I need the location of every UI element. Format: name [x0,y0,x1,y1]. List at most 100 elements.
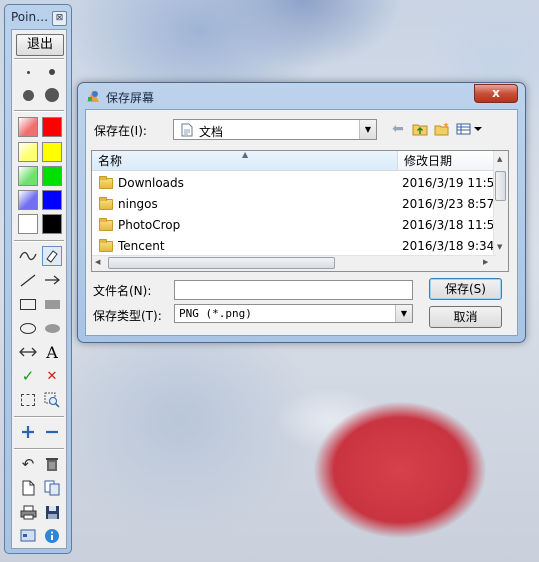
exit-button[interactable]: 退出 [16,34,64,56]
info-icon[interactable] [42,526,62,546]
double-arrow-icon[interactable] [18,342,38,362]
close-icon[interactable]: ⊠ [52,11,67,26]
scroll-corner [494,256,508,271]
column-header-name[interactable]: 名称 ▲ [92,151,398,171]
line-icon[interactable] [18,270,38,290]
color-swatch-light-red[interactable] [18,117,38,137]
folder-icon [99,239,113,252]
color-swatch-light-green[interactable] [18,166,38,186]
pen-size-xlarge-icon[interactable] [42,85,62,105]
minus-icon[interactable] [42,422,62,442]
dialog-body: 保存在(I): 文档 ▼ ⬅ 名称 ▲ 修改日期 Downloads 2016/… [85,109,518,336]
color-swatch-black[interactable] [42,214,62,234]
plus-icon[interactable] [18,422,38,442]
crop-icon[interactable] [18,390,38,410]
list-item[interactable]: PhotoCrop 2016/3/18 11:58 [92,215,502,236]
rect-filled-icon[interactable] [42,294,62,314]
pen-icon[interactable] [18,246,38,266]
zoom-icon[interactable] [42,390,62,410]
folder-icon [99,176,113,189]
file-name: Tencent [118,239,165,253]
divider [14,448,64,450]
trash-icon[interactable] [42,454,62,474]
color-swatch-light-blue[interactable] [18,190,38,210]
pen-size-medium-icon[interactable] [42,62,62,82]
file-name: ningos [118,197,158,211]
filename-field[interactable] [174,280,413,300]
copy-icon[interactable] [42,478,62,498]
toolbar-body: 退出 A ✓ ✕ ↶ [11,29,67,549]
list-item[interactable]: Tencent 2016/3/18 9:34 [92,236,496,257]
column-modified-label: 修改日期 [404,154,453,168]
color-swatch-yellow[interactable] [42,142,62,162]
filetype-value: PNG (*.png) [179,307,252,320]
pen-size-small-icon[interactable] [18,62,38,82]
up-folder-icon[interactable] [410,119,430,139]
color-swatch-red[interactable] [42,117,62,137]
document-folder-icon [181,123,193,137]
cancel-button[interactable]: 取消 [429,306,502,328]
color-swatch-green[interactable] [42,166,62,186]
scroll-thumb[interactable] [495,171,506,201]
arrow-icon[interactable] [42,270,62,290]
divider [14,58,64,60]
scroll-left-icon[interactable]: ◀ [95,258,100,266]
pen-size-large-icon[interactable] [18,85,38,105]
scroll-right-icon[interactable]: ▶ [483,258,488,266]
folder-icon [99,218,113,231]
chevron-down-icon[interactable]: ▼ [359,120,376,139]
scroll-up-icon[interactable]: ▲ [497,155,502,163]
file-modified: 2016/3/23 8:57 [402,197,495,211]
screen-icon[interactable] [18,526,38,546]
cross-icon[interactable]: ✕ [42,366,62,386]
eraser-icon[interactable] [42,246,62,266]
view-menu-icon[interactable] [455,119,485,139]
back-icon[interactable]: ⬅ [388,119,408,139]
save-icon[interactable] [42,502,62,522]
file-modified: 2016/3/18 9:34 [402,239,495,253]
color-swatch-white[interactable] [18,214,38,234]
save-in-label: 保存在(I): [94,124,147,138]
print-icon[interactable] [18,502,38,522]
filename-label: 文件名(N): [93,284,152,298]
pointofix-toolbar-window: Poin… ⊠ 退出 A ✓ ✕ ↶ [4,4,72,554]
chevron-down-icon[interactable]: ▼ [395,305,412,322]
color-swatch-blue[interactable] [42,190,62,210]
filetype-label: 保存类型(T): [93,309,162,323]
filetype-dropdown[interactable]: PNG (*.png) ▼ [174,304,413,323]
file-name: Downloads [118,176,184,190]
scroll-thumb[interactable] [108,257,335,269]
file-name: PhotoCrop [118,218,181,232]
close-icon[interactable]: x [474,84,518,103]
rect-outline-icon[interactable] [18,294,38,314]
vertical-scrollbar[interactable]: ▲ ▼ [493,151,508,257]
scroll-down-icon[interactable]: ▼ [497,243,502,251]
check-icon[interactable]: ✓ [18,366,38,386]
save-screen-dialog: 保存屏幕 x 保存在(I): 文档 ▼ ⬅ 名称 ▲ 修改日期 Download… [77,82,526,343]
ellipse-filled-icon[interactable] [42,318,62,338]
dialog-title: 保存屏幕 [106,91,155,105]
toolbar-title: Poin… [11,10,49,24]
undo-icon[interactable]: ↶ [18,454,38,474]
file-modified: 2016/3/18 11:58 [402,218,502,232]
new-folder-icon[interactable] [432,119,452,139]
file-modified: 2016/3/19 11:5 [402,176,495,190]
horizontal-scrollbar[interactable]: ◀ ▶ [92,255,496,271]
column-header-modified[interactable]: 修改日期 [398,151,496,171]
ellipse-outline-icon[interactable] [18,318,38,338]
folder-icon [99,197,113,210]
save-in-dropdown[interactable]: 文档 ▼ [173,119,377,140]
list-item[interactable]: Downloads 2016/3/19 11:5 [92,173,496,194]
text-icon[interactable]: A [42,342,62,362]
save-button[interactable]: 保存(S) [429,278,502,300]
list-item[interactable]: ningos 2016/3/23 8:57 [92,194,496,215]
color-swatch-light-yellow[interactable] [18,142,38,162]
new-page-icon[interactable] [18,478,38,498]
file-list: 名称 ▲ 修改日期 Downloads 2016/3/19 11:5 ningo… [91,150,509,272]
column-name-label: 名称 [98,154,123,168]
divider [14,240,64,242]
divider [14,416,64,418]
app-icon [87,90,99,102]
sort-ascending-icon: ▲ [242,150,249,159]
save-in-value: 文档 [199,125,224,139]
